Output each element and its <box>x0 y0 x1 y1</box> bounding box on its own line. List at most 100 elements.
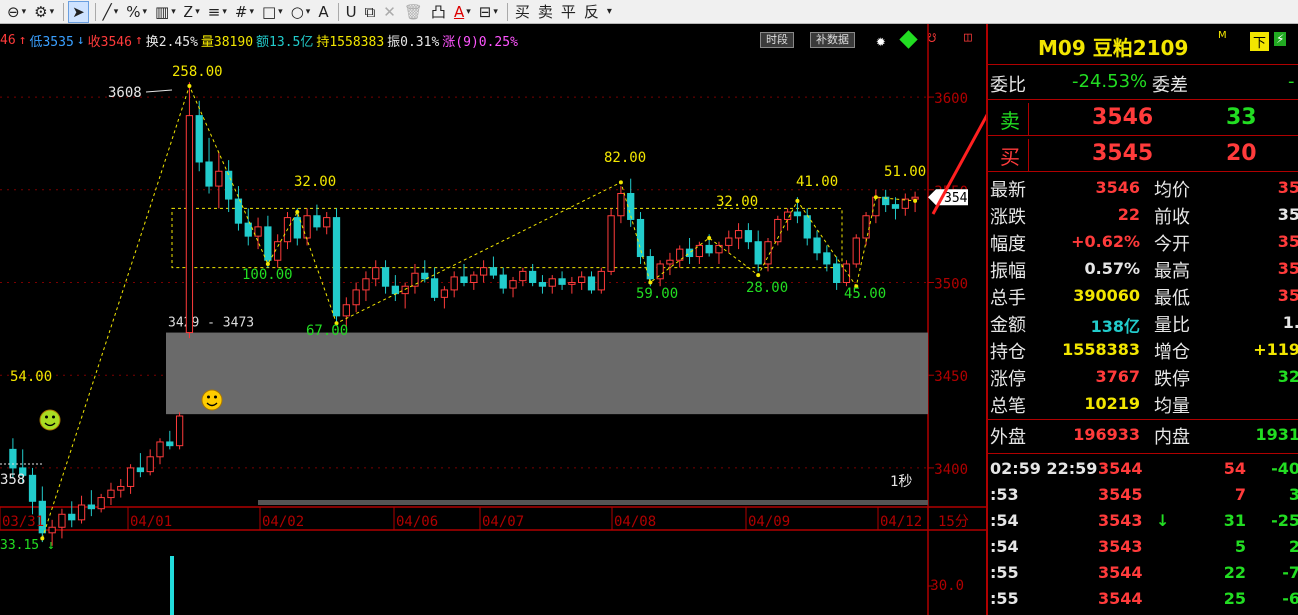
lock-icon: 凸 <box>430 3 446 21</box>
trash-button[interactable]: 🗑 <box>401 1 426 23</box>
price-zone-label: 3429 - 3473 <box>168 316 254 331</box>
zigzag-label: 28.00 <box>746 280 788 296</box>
percent-tool-button[interactable]: % ▾ <box>123 1 150 23</box>
candle <box>793 211 802 217</box>
candle <box>225 170 233 200</box>
y-tick-label: 3400 <box>934 462 968 478</box>
x-tick-label: 04/07 <box>482 514 524 530</box>
stat-value: 3546 <box>1095 178 1140 197</box>
candle <box>440 289 449 298</box>
tick-price: 3543 <box>1098 511 1143 530</box>
rectangle-tool-button[interactable]: □ ▾ <box>259 1 286 23</box>
stat-label: 量比 <box>1154 315 1190 336</box>
tick-volume: 22 <box>1223 563 1246 582</box>
zigzag-point <box>795 198 800 203</box>
futures-trading-window: ⊖ ▾ ⚙ ▾ ➤ ╱ ▾% ▾ ▥ ▾ Ꮓ ▾ ≡ ▾ # ▾ □ ▾ ○ ▾ A U ⧉ ✕ 🗑 凸 A ▾ ⊟ ▾ 买卖平反 ▾ 46 ↑… <box>0 0 1298 615</box>
toolbar-separator <box>337 2 339 21</box>
candle <box>705 244 713 254</box>
tick-time: :54 <box>990 511 1019 530</box>
tick-oi-change: 2 <box>1288 537 1298 556</box>
x-tick-label: 04/08 <box>614 514 656 530</box>
tick-volume: 5 <box>1234 537 1246 556</box>
x-tick-label: 04/01 <box>130 514 172 530</box>
candle <box>77 504 86 521</box>
stat-value: 10219 <box>1084 394 1140 413</box>
delete-button[interactable]: ✕ <box>380 1 399 23</box>
stat-row: 持仓 1558383 增仓 +119 <box>988 336 1298 363</box>
outer-inner-row: 外盘 196933 内盘 1931 <box>988 421 1298 451</box>
stat-row: 幅度 +0.62% 今开 35 <box>988 228 1298 255</box>
candle <box>519 270 527 282</box>
stat-value: +0.62% <box>1071 232 1140 251</box>
candle <box>411 272 419 287</box>
order-ratio-label: 委比 <box>990 75 1026 96</box>
stat-label: 最低 <box>1154 288 1190 309</box>
horizontal-scrollbar[interactable] <box>258 500 928 505</box>
panel-divider <box>1028 103 1029 135</box>
zigzag-line <box>41 84 916 539</box>
toolbar-separator <box>63 2 65 21</box>
stat-label: 持仓 <box>990 342 1026 363</box>
candle <box>362 278 370 291</box>
panel-divider <box>988 135 1298 136</box>
trade-button-0[interactable]: 买 <box>512 1 533 23</box>
text-color-button[interactable]: A ▾ <box>451 1 474 23</box>
inner-label: 内盘 <box>1154 427 1190 448</box>
text-tool-button[interactable]: A <box>315 1 331 23</box>
candle <box>891 204 900 209</box>
magnet-button[interactable]: U <box>343 1 360 23</box>
save-button[interactable]: ⊟ ▾ <box>476 1 501 23</box>
order-ratio-value: -24.53% <box>1072 71 1148 92</box>
y-tick-label: 3450 <box>934 369 968 385</box>
candle <box>234 198 243 224</box>
stat-label: 振幅 <box>990 261 1026 282</box>
y-tick-label: 3500 <box>934 277 968 293</box>
stat-value: 35 <box>1277 205 1298 224</box>
price-zone-rectangle <box>166 332 928 415</box>
settings-button[interactable]: ⚙ ▾ <box>31 1 57 23</box>
download-button[interactable]: 下 <box>1250 32 1270 51</box>
tick-time: :55 <box>990 563 1019 582</box>
trade-button-3[interactable]: 反 <box>581 1 602 23</box>
x-tick-label: 04/09 <box>748 514 790 530</box>
flash-icon[interactable]: ⚡ <box>1274 32 1287 46</box>
toolbar-separator <box>94 2 96 21</box>
cursor-button[interactable]: ➤ <box>68 0 89 23</box>
trade-button-2[interactable]: 平 <box>558 1 579 23</box>
x-tick-label: 04/12 <box>880 514 922 530</box>
order-diff-label: 委差 <box>1152 75 1188 96</box>
stat-label: 均量 <box>1154 396 1190 417</box>
tick-row: 02:59 22:59 3544 54 -40 <box>988 456 1298 482</box>
candle <box>166 441 174 447</box>
grid-tool-button[interactable]: # ▾ <box>232 1 257 23</box>
pen-tool-button[interactable]: Ꮓ ▾ <box>181 1 203 23</box>
line-tool-button[interactable]: ╱ ▾ <box>100 1 122 23</box>
candle <box>293 217 301 239</box>
candle <box>529 270 537 283</box>
fibonacci-tool-button[interactable]: ▥ ▾ <box>152 1 179 23</box>
tick-time: 02:59 22:59 <box>990 459 1098 478</box>
save-icon: ⊟ <box>478 2 492 21</box>
zoom-button[interactable]: ⊖ ▾ <box>4 1 29 23</box>
period-selector: 15分 <box>938 514 969 530</box>
tick-time: :54 <box>990 537 1019 556</box>
trade-button-1[interactable]: 卖 <box>535 1 556 23</box>
channel-tool-button[interactable]: ≡ ▾ <box>205 1 230 23</box>
candle <box>558 278 566 285</box>
candle <box>568 282 576 285</box>
copy-button[interactable]: ⧉ <box>362 1 379 23</box>
bid-label: 买 <box>1000 145 1020 169</box>
panel-divider <box>988 419 1298 420</box>
quote-panel: M09 豆粕2109 M 下 ⚡ 委比 -24.53% 委差 - 卖 3546 33 买 3545 20 最… <box>986 24 1298 615</box>
stat-label: 均价 <box>1154 180 1190 201</box>
circle-tool-button[interactable]: ○ ▾ <box>288 1 314 23</box>
candlestick-chart[interactable]: 360035503500345034003429 - 34733608258.0… <box>0 24 986 615</box>
candle <box>862 215 870 239</box>
tick-row: :54 3543 5 2 <box>988 534 1298 560</box>
chevron-down-icon: ▾ <box>142 6 148 17</box>
magnet-icon: U <box>345 2 357 21</box>
lock-button[interactable]: 凸 <box>428 1 449 23</box>
tick-price: 3544 <box>1098 563 1143 582</box>
more-chevron-icon[interactable]: ▾ <box>604 1 615 23</box>
tick-time: :53 <box>990 485 1019 504</box>
